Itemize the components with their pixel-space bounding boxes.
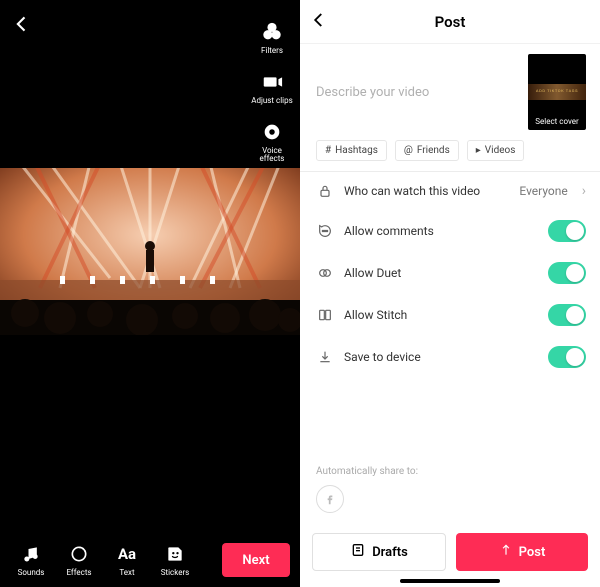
save-setting: Save to device: [300, 336, 600, 378]
lock-icon: [316, 182, 334, 200]
stitch-setting: Allow Stitch: [300, 294, 600, 336]
music-note-icon: [20, 543, 42, 565]
mention-icon: @: [404, 145, 413, 156]
drafts-button[interactable]: Drafts: [312, 533, 446, 571]
post-icon: [499, 543, 513, 561]
stitch-toggle[interactable]: [548, 304, 586, 326]
stickers-icon: [164, 543, 186, 565]
description-input[interactable]: [316, 54, 518, 130]
sounds-button[interactable]: Sounds: [10, 543, 52, 577]
chip-label: Friends: [417, 145, 450, 156]
comments-toggle[interactable]: [548, 220, 586, 242]
duet-setting: Allow Duet: [300, 252, 600, 294]
filters-label: Filters: [261, 47, 283, 56]
share-targets: [300, 485, 600, 527]
text-label: Text: [119, 568, 134, 577]
stitch-icon: [316, 306, 334, 324]
voice-effects-label: Voice effects: [260, 147, 285, 165]
chevron-right-icon: ›: [582, 183, 586, 199]
select-cover-label: Select cover: [528, 117, 586, 126]
chip-label: Hashtags: [335, 145, 378, 156]
text-icon: Aa: [116, 543, 138, 565]
friends-chip[interactable]: @ Friends: [395, 140, 459, 161]
play-icon: ▸: [476, 145, 481, 156]
download-icon: [316, 348, 334, 366]
post-back-button[interactable]: [310, 10, 328, 34]
share-label: Automatically share to:: [300, 466, 600, 485]
effects-button[interactable]: Effects: [58, 543, 100, 577]
hashtags-chip[interactable]: # Hashtags: [316, 140, 387, 161]
drafts-icon: [350, 542, 366, 562]
text-button[interactable]: Aa Text: [106, 543, 148, 577]
post-screen: Post ADD TIKTOK TAGS Select cover # Hasht…: [300, 0, 600, 587]
duet-toggle[interactable]: [548, 262, 586, 284]
adjust-clips-icon: [260, 70, 284, 94]
drafts-label: Drafts: [372, 545, 408, 560]
stickers-button[interactable]: Stickers: [154, 543, 196, 577]
hash-icon: #: [325, 145, 331, 156]
videos-chip[interactable]: ▸ Videos: [467, 140, 525, 161]
suggestion-chips: # Hashtags @ Friends ▸ Videos: [300, 140, 600, 171]
post-footer: Drafts Post: [300, 527, 600, 579]
home-indicator: [400, 579, 500, 583]
share-facebook-button[interactable]: [316, 485, 344, 513]
privacy-setting[interactable]: Who can watch this video Everyone ›: [300, 172, 600, 210]
adjust-clips-button[interactable]: Adjust clips: [244, 70, 300, 106]
post-button[interactable]: Post: [456, 533, 588, 571]
post-button-label: Post: [519, 545, 546, 560]
cover-thumbnail-text: ADD TIKTOK TAGS: [528, 88, 586, 93]
effects-label: Effects: [66, 568, 91, 577]
comments-label: Allow comments: [344, 224, 538, 238]
voice-effects-icon: [260, 120, 284, 144]
save-toggle[interactable]: [548, 346, 586, 368]
privacy-value: Everyone: [519, 184, 567, 198]
sounds-label: Sounds: [18, 568, 45, 577]
duet-icon: [316, 264, 334, 282]
next-button[interactable]: Next: [222, 543, 290, 577]
stickers-label: Stickers: [161, 568, 190, 577]
comment-icon: [316, 222, 334, 240]
voice-effects-button[interactable]: Voice effects: [244, 120, 300, 165]
filters-button[interactable]: Filters: [244, 20, 300, 56]
back-button[interactable]: [12, 14, 32, 39]
bottom-toolbar: Sounds Effects Aa Text Stickers Next: [0, 543, 300, 577]
filters-icon: [260, 20, 284, 44]
post-title: Post: [435, 13, 466, 31]
post-header: Post: [300, 0, 600, 44]
video-preview[interactable]: [0, 168, 300, 335]
editor-screen: Filters Adjust clips Voice effects Voice…: [0, 0, 300, 587]
adjust-clips-label: Adjust clips: [251, 97, 292, 106]
select-cover-button[interactable]: ADD TIKTOK TAGS Select cover: [528, 54, 586, 130]
comments-setting: Allow comments: [300, 210, 600, 252]
effects-icon: [68, 543, 90, 565]
privacy-label: Who can watch this video: [344, 184, 509, 198]
save-label: Save to device: [344, 350, 538, 364]
duet-label: Allow Duet: [344, 266, 538, 280]
stitch-label: Allow Stitch: [344, 308, 538, 322]
chip-label: Videos: [485, 145, 516, 156]
